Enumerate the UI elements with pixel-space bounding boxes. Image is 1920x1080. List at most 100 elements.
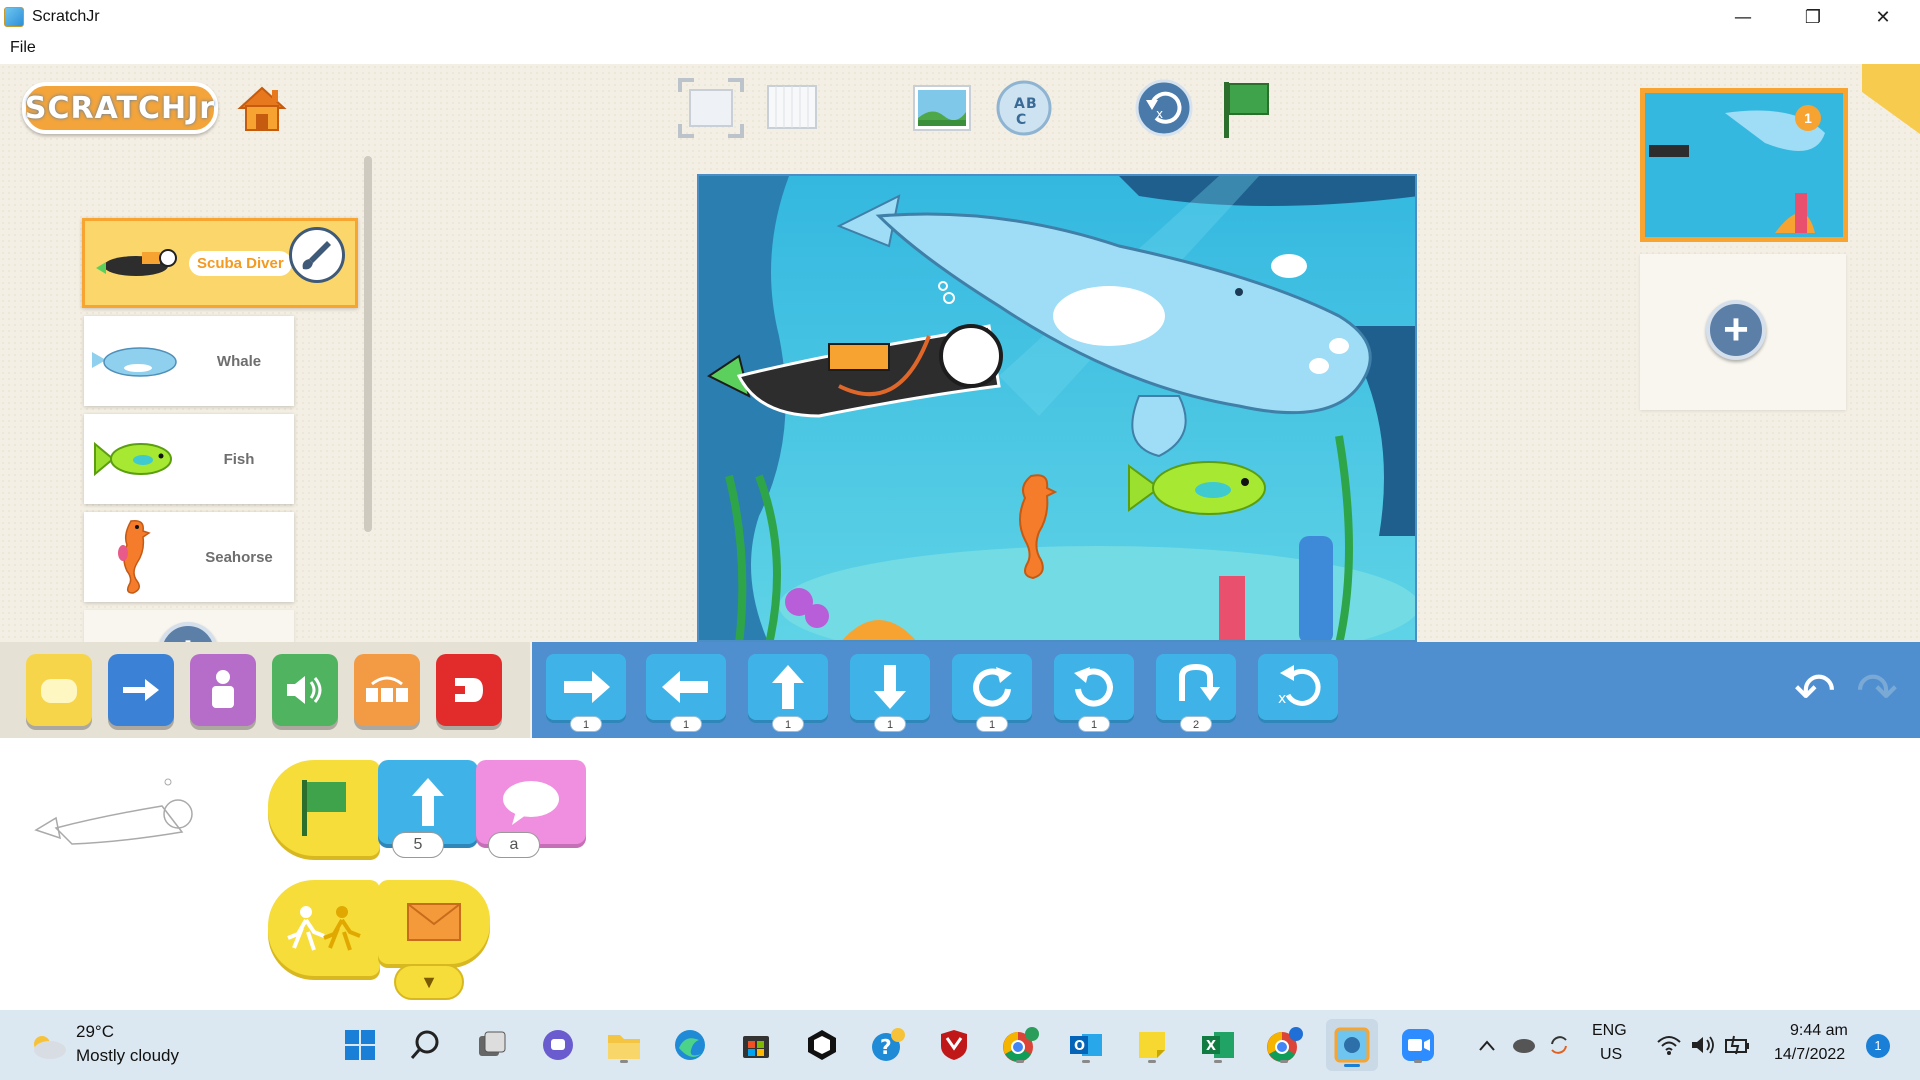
file-menu[interactable]: File bbox=[10, 39, 36, 57]
sprite-card-scuba-diver[interactable]: Scuba Diver bbox=[82, 218, 358, 308]
say-script-block[interactable] bbox=[476, 760, 586, 844]
sync-icon[interactable] bbox=[1546, 1032, 1572, 1058]
control-category-button[interactable] bbox=[354, 654, 420, 726]
sprite-name-whale: Whale bbox=[216, 352, 262, 370]
move-up-icon bbox=[772, 665, 804, 709]
page-number-badge: 1 bbox=[1795, 105, 1821, 131]
search-button[interactable] bbox=[404, 1023, 448, 1067]
project-info-tab[interactable] bbox=[1862, 64, 1920, 134]
menu-bar: File bbox=[0, 34, 1920, 64]
sprite-card-whale[interactable]: Whale bbox=[84, 316, 294, 406]
sprite-list-scrollbar[interactable] bbox=[364, 156, 372, 532]
send-message-block[interactable] bbox=[378, 880, 490, 964]
reset-button[interactable]: x bbox=[1134, 78, 1194, 143]
move-up-steps-input[interactable]: 5 bbox=[392, 832, 444, 858]
language-code[interactable]: ENG bbox=[1592, 1022, 1627, 1040]
triggering-category-button[interactable] bbox=[26, 654, 92, 726]
sprite-card-fish[interactable]: Fish bbox=[84, 414, 294, 504]
file-explorer-button[interactable] bbox=[602, 1023, 646, 1067]
chat-icon bbox=[543, 1030, 573, 1060]
add-page-button[interactable]: + bbox=[1706, 300, 1766, 360]
grid-button[interactable] bbox=[764, 78, 820, 143]
message-color-dropdown[interactable]: ▼ bbox=[394, 964, 464, 1000]
say-text-input[interactable]: a bbox=[488, 832, 540, 858]
move-left-block[interactable]: 1 bbox=[646, 654, 726, 732]
turn-right-block[interactable]: 1 bbox=[952, 654, 1032, 732]
reset-characters-icon: x bbox=[1135, 79, 1193, 137]
chevron-up-icon[interactable] bbox=[1478, 1038, 1496, 1052]
move-right-block[interactable]: 1 bbox=[546, 654, 626, 732]
script-area[interactable]: 5 a ▼ bbox=[0, 738, 1920, 1010]
close-button[interactable]: ✕ bbox=[1848, 0, 1918, 34]
move-right-icon bbox=[564, 671, 610, 703]
start-on-bump-block[interactable] bbox=[268, 880, 380, 976]
move-left-icon bbox=[662, 671, 708, 703]
weather-description[interactable]: Mostly cloudy bbox=[76, 1046, 179, 1066]
battery-icon[interactable] bbox=[1724, 1034, 1752, 1056]
turn-right-icon bbox=[973, 667, 1012, 707]
app-button[interactable] bbox=[800, 1023, 844, 1067]
green-flag-trigger-block[interactable] bbox=[268, 760, 380, 856]
person-icon bbox=[212, 670, 234, 708]
svg-text:C: C bbox=[1016, 112, 1026, 128]
move-up-block[interactable]: 1 bbox=[748, 654, 828, 732]
turn-right-value[interactable]: 1 bbox=[976, 716, 1008, 732]
start-button[interactable] bbox=[338, 1023, 382, 1067]
mcafee-shield-icon bbox=[941, 1030, 967, 1060]
clock-time[interactable]: 9:44 am bbox=[1790, 1022, 1848, 1040]
chrome-button-l[interactable] bbox=[1262, 1023, 1306, 1067]
wifi-icon[interactable] bbox=[1656, 1034, 1682, 1056]
weather-temperature[interactable]: 29°C bbox=[76, 1022, 114, 1042]
sound-category-button[interactable] bbox=[272, 654, 338, 726]
paint-editor-button[interactable] bbox=[289, 227, 345, 283]
move-down-block[interactable]: 1 bbox=[850, 654, 930, 732]
hop-block[interactable]: 2 bbox=[1156, 654, 1236, 732]
hop-value[interactable]: 2 bbox=[1180, 716, 1212, 732]
sticky-notes-button[interactable] bbox=[1130, 1023, 1174, 1067]
onedrive-cloud-icon[interactable] bbox=[1510, 1034, 1536, 1054]
sticky-note-icon bbox=[1139, 1032, 1165, 1058]
move-left-value[interactable]: 1 bbox=[670, 716, 702, 732]
move-down-value[interactable]: 1 bbox=[874, 716, 906, 732]
move-up-value[interactable]: 1 bbox=[772, 716, 804, 732]
motion-category-button[interactable] bbox=[108, 654, 174, 726]
mcafee-button[interactable] bbox=[932, 1023, 976, 1067]
outlook-icon: O bbox=[1070, 1034, 1102, 1056]
move-right-value[interactable]: 1 bbox=[570, 716, 602, 732]
page-thumbnail-1[interactable]: 1 bbox=[1640, 88, 1848, 242]
end-category-button[interactable] bbox=[436, 654, 502, 726]
turn-left-value[interactable]: 1 bbox=[1078, 716, 1110, 732]
microsoft-store-button[interactable] bbox=[734, 1023, 778, 1067]
cloudy-weather-icon bbox=[34, 1036, 66, 1059]
fullscreen-button[interactable] bbox=[678, 78, 744, 143]
restore-button[interactable]: ❐ bbox=[1778, 0, 1848, 34]
turn-left-block[interactable]: 1 bbox=[1054, 654, 1134, 732]
green-flag-icon bbox=[302, 780, 346, 836]
home-button[interactable] bbox=[234, 80, 290, 136]
go-home-block[interactable]: x bbox=[1258, 654, 1338, 720]
minimize-button[interactable]: — bbox=[1708, 0, 1778, 34]
stage[interactable] bbox=[697, 174, 1417, 642]
teams-chat-button[interactable] bbox=[536, 1023, 580, 1067]
get-help-button[interactable]: ? bbox=[866, 1023, 910, 1067]
clock-date[interactable]: 14/7/2022 bbox=[1774, 1046, 1845, 1064]
scratchjr-logo: SCRATCHJr bbox=[22, 82, 218, 134]
edge-button[interactable] bbox=[668, 1023, 712, 1067]
sprite-card-seahorse[interactable]: Seahorse bbox=[84, 512, 294, 602]
language-region[interactable]: US bbox=[1600, 1046, 1622, 1064]
zoom-button[interactable] bbox=[1396, 1023, 1440, 1067]
undo-button[interactable]: ↶ bbox=[1794, 662, 1836, 720]
excel-button[interactable]: X bbox=[1196, 1023, 1240, 1067]
looks-category-button[interactable] bbox=[190, 654, 256, 726]
outlook-button[interactable]: O bbox=[1064, 1023, 1108, 1067]
notification-badge[interactable]: 1 bbox=[1866, 1034, 1890, 1058]
svg-text:O: O bbox=[1074, 1039, 1085, 1054]
text-button[interactable]: A B C bbox=[994, 78, 1054, 143]
redo-button[interactable]: ↷ bbox=[1856, 662, 1898, 720]
green-flag-button[interactable] bbox=[1218, 78, 1274, 147]
background-button[interactable] bbox=[912, 78, 972, 143]
volume-icon[interactable] bbox=[1690, 1034, 1716, 1056]
chrome-button-r[interactable] bbox=[998, 1023, 1042, 1067]
task-view-button[interactable] bbox=[470, 1023, 514, 1067]
scratchjr-taskbar-button[interactable] bbox=[1326, 1019, 1378, 1071]
